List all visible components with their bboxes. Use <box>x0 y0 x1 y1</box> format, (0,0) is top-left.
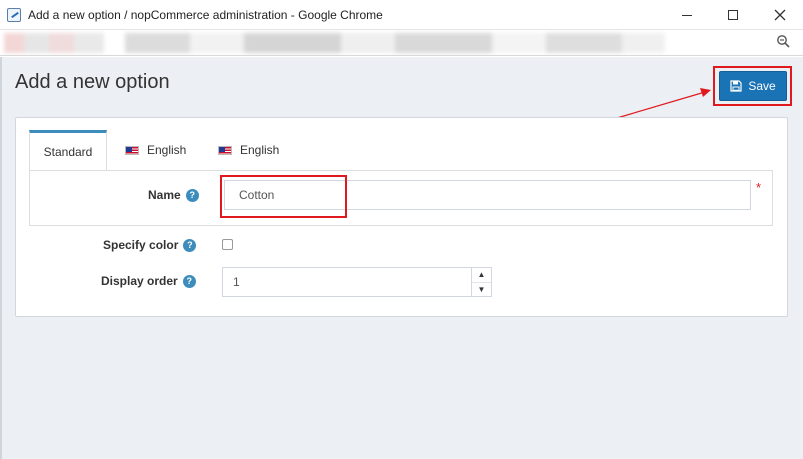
name-label: Name ? <box>148 188 199 202</box>
option-form-panel: Standard English English Name ? * Specif… <box>15 117 788 317</box>
page-edge <box>0 57 2 459</box>
address-bar[interactable] <box>0 30 803 56</box>
required-indicator: * <box>756 180 762 195</box>
name-annotation-box <box>220 175 347 218</box>
specify-color-label-text: Specify color <box>103 238 179 252</box>
close-icon <box>774 9 786 21</box>
us-flag-icon <box>218 145 232 155</box>
minimize-button[interactable] <box>664 0 710 30</box>
display-order-stepper[interactable]: ▲ ▼ <box>471 267 491 297</box>
name-label-text: Name <box>148 188 181 202</box>
specify-color-checkbox[interactable] <box>222 239 233 250</box>
tab-english-1[interactable]: English <box>125 130 186 170</box>
close-button[interactable] <box>757 0 803 30</box>
display-order-label-text: Display order <box>101 274 178 288</box>
blurred-tab-area <box>4 33 104 53</box>
stepper-down-button[interactable]: ▼ <box>472 283 491 298</box>
specify-color-label: Specify color ? <box>103 238 197 252</box>
display-order-label: Display order ? <box>101 274 196 288</box>
question-circle-icon[interactable]: ? <box>185 188 199 202</box>
tab-english-2[interactable]: English <box>218 130 279 170</box>
zoom-icon[interactable] <box>776 34 790 48</box>
tab-english-1-label: English <box>147 143 187 157</box>
tab-standard-label: Standard <box>43 144 93 159</box>
nopcommerce-icon <box>7 8 21 22</box>
page-title: Add a new option <box>15 71 170 93</box>
browser-titlebar: Add a new option / nopCommerce administr… <box>0 0 803 30</box>
tab-english-2-label: English <box>240 143 280 157</box>
save-button[interactable]: Save <box>719 71 787 101</box>
blurred-url <box>125 33 665 53</box>
maximize-icon <box>728 10 738 20</box>
save-button-label: Save <box>748 79 776 93</box>
window-title: Add a new option / nopCommerce administr… <box>28 8 383 22</box>
minimize-icon <box>682 14 692 16</box>
tab-standard[interactable]: Standard <box>29 130 107 170</box>
floppy-disk-icon <box>730 80 742 92</box>
stepper-up-button[interactable]: ▲ <box>472 267 491 283</box>
us-flag-icon <box>125 145 139 155</box>
maximize-button[interactable] <box>710 0 756 30</box>
question-circle-icon[interactable]: ? <box>183 238 197 252</box>
display-order-input[interactable] <box>222 267 492 297</box>
question-circle-icon[interactable]: ? <box>182 274 196 288</box>
admin-page: Add a new option Save Standard English E… <box>0 57 803 459</box>
